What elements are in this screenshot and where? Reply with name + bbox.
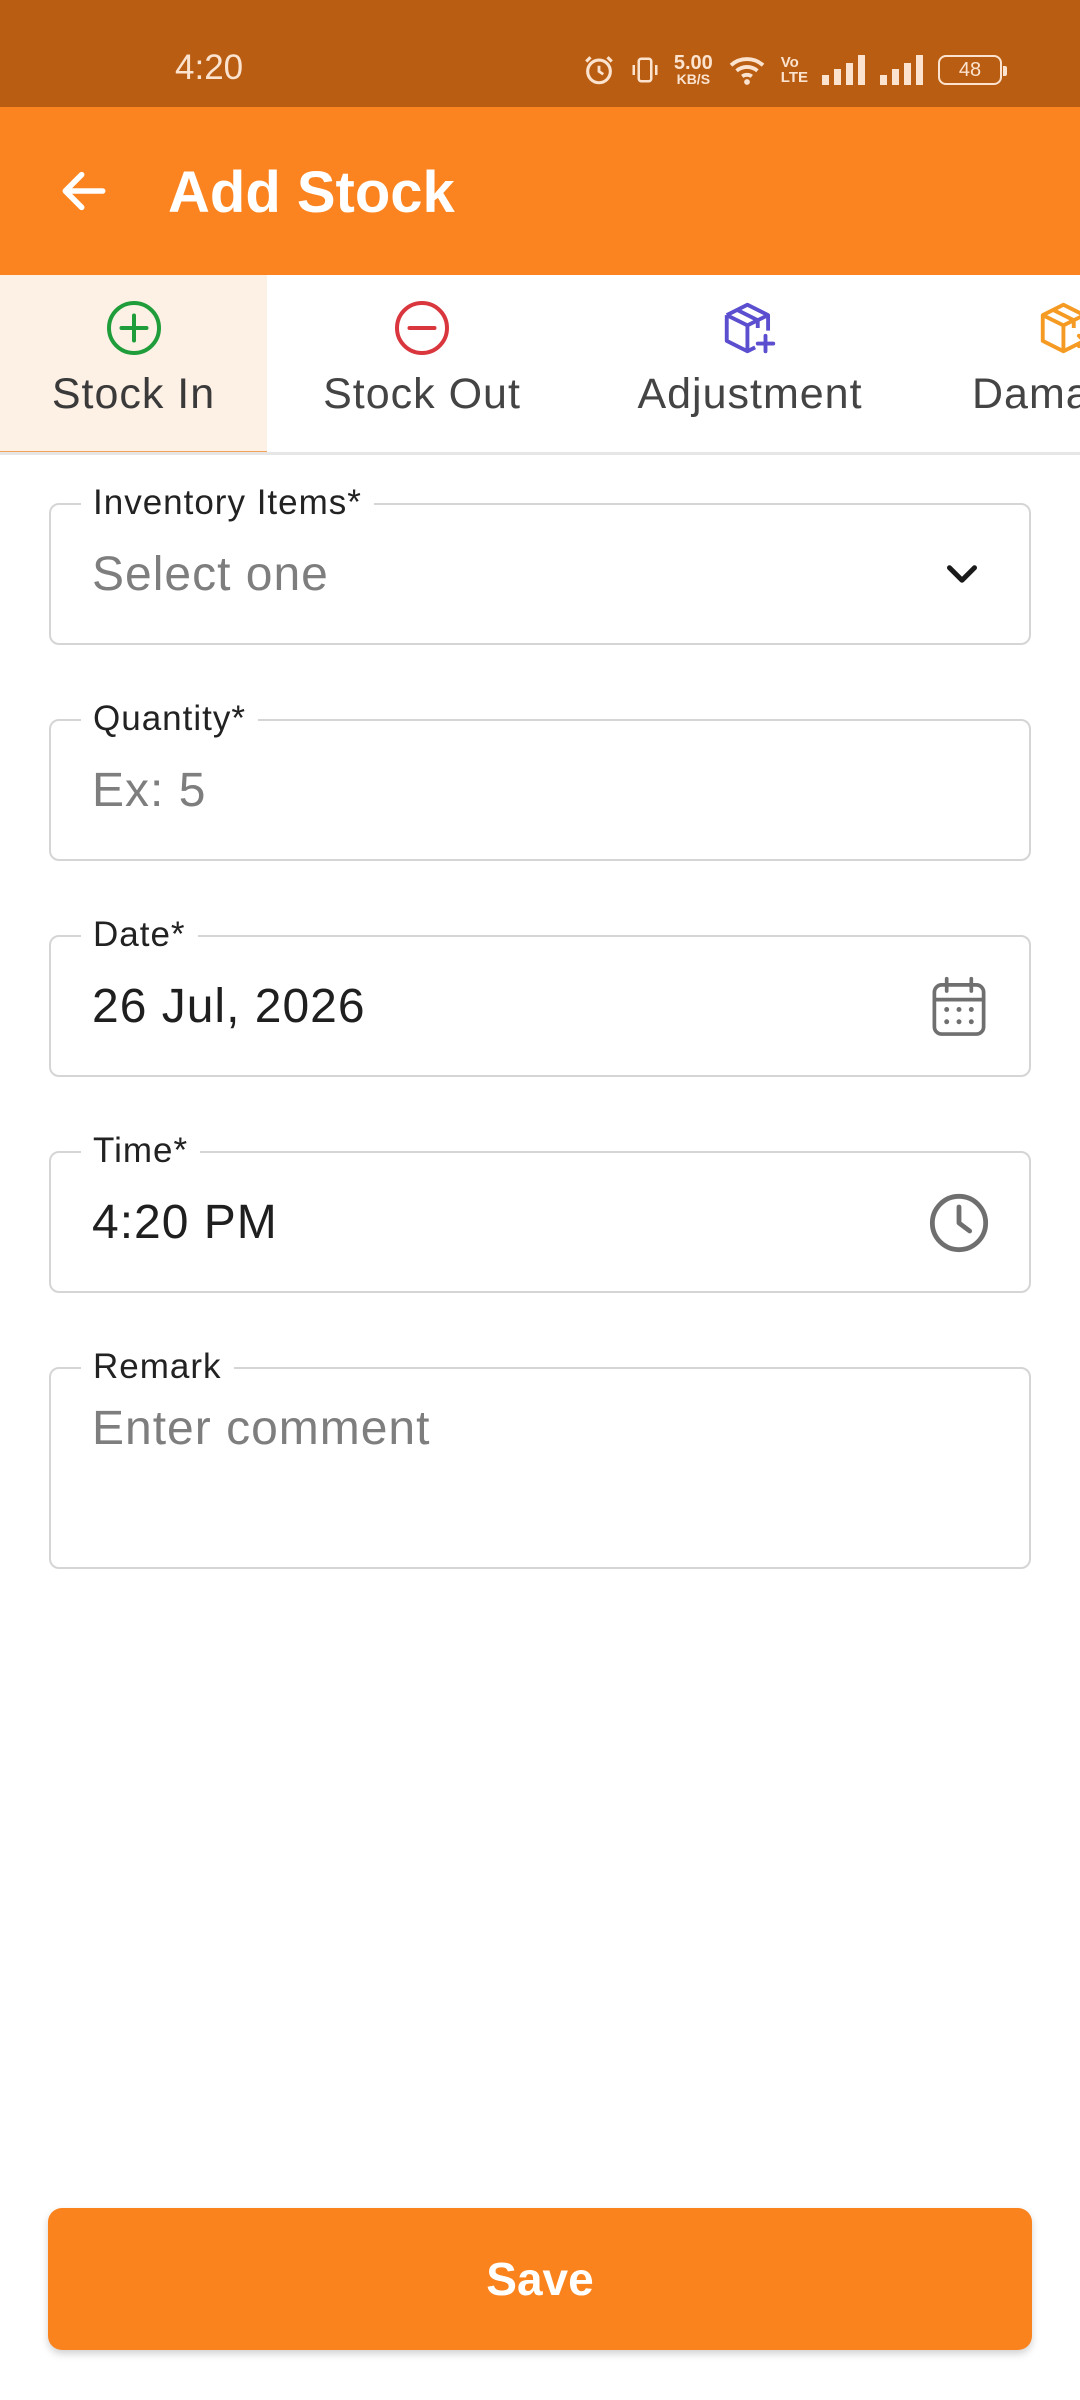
date-value: 26 Jul, 2026 — [92, 980, 366, 1033]
time-label: Time* — [81, 1131, 201, 1171]
alarm-icon — [582, 53, 616, 87]
tab-label: Dama — [972, 370, 1080, 418]
tab-adjustment[interactable]: Adjustment — [605, 275, 895, 452]
tab-stock-in[interactable]: Stock In — [0, 275, 267, 452]
clock-icon[interactable] — [927, 1191, 991, 1255]
quantity-label: Quantity* — [81, 699, 258, 739]
net-speed-unit: KB/S — [676, 71, 711, 87]
tab-stock-out[interactable]: Stock Out — [287, 275, 557, 452]
calendar-icon[interactable] — [929, 975, 989, 1039]
arrow-left-icon — [56, 163, 112, 224]
inventory-items-label: Inventory Items* — [81, 483, 374, 523]
remark-field[interactable]: Remark Enter comment — [49, 1347, 1031, 1569]
date-field[interactable]: Date* 26 Jul, 2026 — [49, 915, 1031, 1077]
battery-icon: 48 — [938, 55, 1007, 85]
signal-icon — [822, 55, 866, 85]
date-label: Date* — [81, 915, 198, 955]
remark-label: Remark — [81, 1347, 234, 1387]
tab-bar: Stock In Stock Out Adjustment Dama — [0, 275, 1080, 455]
plus-circle-icon — [103, 297, 165, 359]
status-icons: 5.00 KB/S Vo LTE 48 — [582, 46, 1007, 94]
inventory-items-placeholder: Select one — [92, 548, 329, 601]
volte-bottom: LTE — [780, 69, 808, 86]
tab-label: Adjustment — [637, 370, 863, 418]
quantity-placeholder: Ex: 5 — [92, 764, 207, 817]
app-bar: Add Stock — [0, 107, 1080, 275]
time-field[interactable]: Time* 4:20 PM — [49, 1131, 1031, 1293]
volte-top: Vo — [780, 54, 799, 71]
tab-damage[interactable]: Dama — [960, 275, 1080, 452]
tab-label: Stock Out — [323, 370, 521, 418]
wifi-icon — [727, 54, 767, 86]
quantity-field[interactable]: Quantity* Ex: 5 — [49, 699, 1031, 861]
signal-icon-2 — [880, 55, 924, 85]
remark-placeholder: Enter comment — [92, 1402, 431, 1455]
minus-circle-icon — [391, 297, 453, 359]
inventory-items-select[interactable]: Inventory Items* Select one — [49, 483, 1031, 645]
back-button[interactable] — [52, 161, 116, 225]
volte-indicator: Vo LTE — [781, 55, 808, 85]
vibrate-icon — [630, 53, 660, 87]
battery-level: 48 — [958, 58, 982, 81]
box-plus-icon — [719, 297, 781, 359]
page-title: Add Stock — [168, 160, 455, 225]
status-time: 4:20 — [175, 48, 244, 87]
net-speed-value: 5.00 — [673, 52, 713, 74]
box-damaged-icon — [1035, 297, 1080, 359]
time-value: 4:20 PM — [92, 1196, 278, 1249]
status-bar: 4:20 5.00 KB/S Vo LTE 48 — [0, 0, 1080, 107]
chevron-down-icon — [937, 549, 987, 599]
net-speed: 5.00 KB/S — [673, 52, 713, 87]
save-button[interactable]: Save — [48, 2208, 1032, 2350]
tab-label: Stock In — [51, 370, 216, 418]
